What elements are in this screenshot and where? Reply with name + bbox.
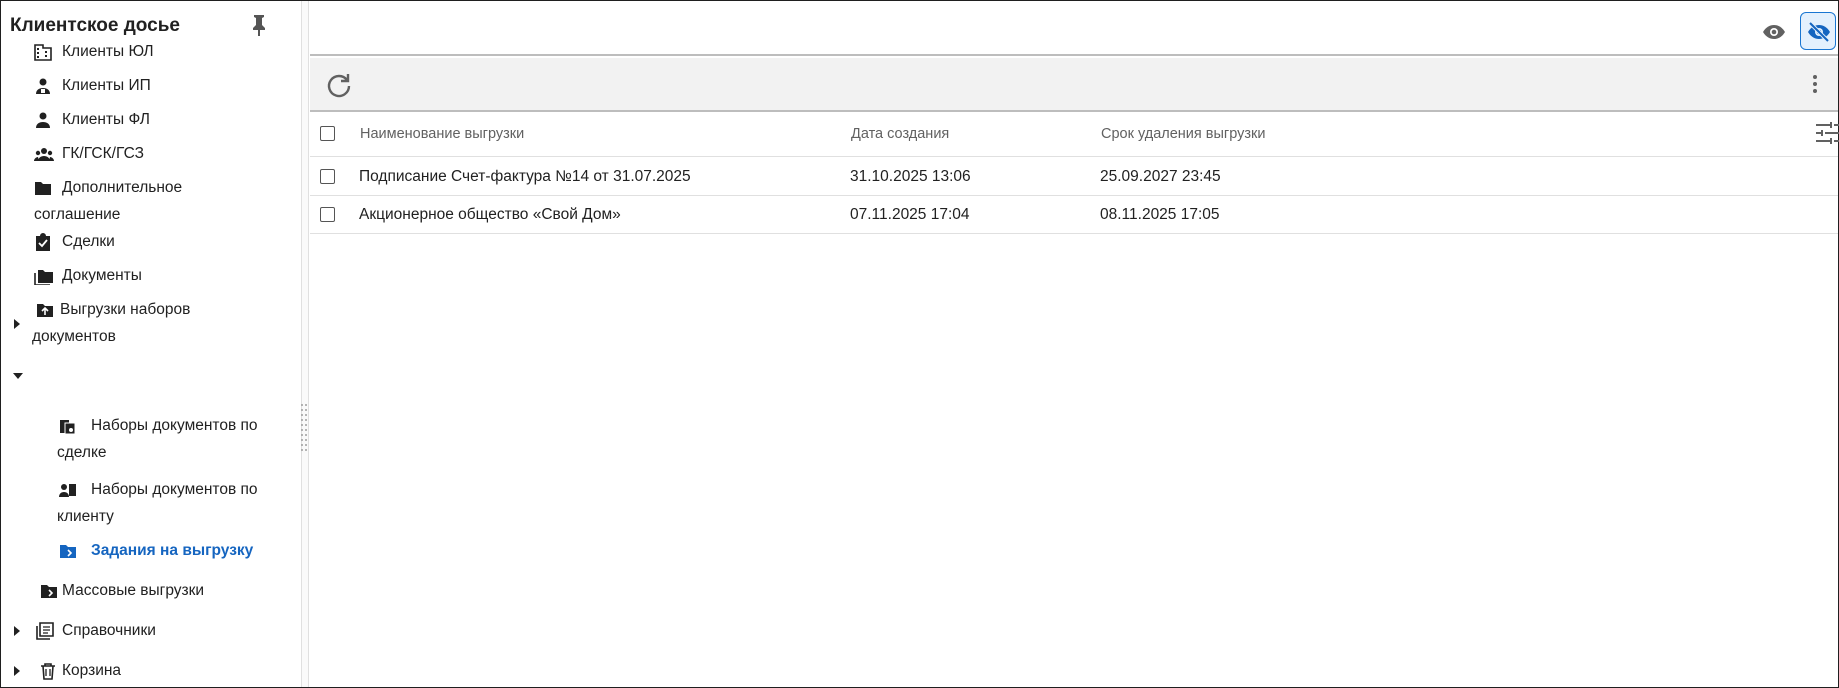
- folder-icon: [35, 182, 51, 195]
- sidebar-item-export-tasks[interactable]: Задания на выгрузку: [57, 537, 267, 565]
- row-checkbox[interactable]: [320, 207, 335, 222]
- sidebar-item-doc-sets-deal[interactable]: Наборы документов по сделке: [57, 412, 267, 466]
- sidebar-item-label: Справочники: [62, 622, 156, 639]
- table-row[interactable]: Подписание Счет-фактура №14 от 31.07.202…: [310, 158, 1838, 196]
- cell-name: Подписание Счет-фактура №14 от 31.07.202…: [359, 168, 691, 185]
- sidebar-item-clients-fl[interactable]: Клиенты ФЛ: [34, 106, 254, 134]
- sidebar-item-label: Корзина: [62, 662, 122, 679]
- sidebar-item-documents[interactable]: Документы: [34, 262, 254, 290]
- table-header: Наименование выгрузки Дата создания Срок…: [310, 113, 1838, 157]
- sidebar-item-label: Задания на выгрузку: [91, 542, 254, 559]
- sidebar-item-label-line2: документов: [32, 328, 116, 345]
- docs-deal-icon: [60, 420, 76, 435]
- folder-task-icon: [60, 545, 76, 558]
- sidebar-item-trash[interactable]: Корзина: [34, 657, 254, 685]
- sidebar-item-label-line1: Дополнительное: [62, 179, 183, 196]
- chevron-right-icon[interactable]: [11, 625, 23, 637]
- sidebar-item-clients-ul[interactable]: Клиенты ЮЛ: [34, 38, 254, 66]
- sidebar-item-label: Клиенты ЮЛ: [62, 43, 154, 60]
- sidebar-item-label: Клиенты ИП: [62, 77, 151, 94]
- column-header-name[interactable]: Наименование выгрузки: [360, 126, 524, 142]
- folder-mass-icon: [41, 585, 57, 598]
- resize-grip-icon[interactable]: [300, 402, 309, 454]
- cell-deletion: 08.11.2025 17:05: [1100, 206, 1220, 223]
- cell-name: Акционерное общество «Свой Дом»: [359, 206, 621, 223]
- sidebar-item-label-line1: Наборы документов по: [91, 417, 258, 434]
- more-vert-icon[interactable]: [1808, 72, 1822, 96]
- grid-toolbar: [310, 58, 1838, 112]
- row-checkbox[interactable]: [320, 169, 335, 184]
- sidebar-item-additional-agreement[interactable]: Дополнительное соглашение: [34, 174, 254, 228]
- column-settings-icon[interactable]: [1814, 120, 1839, 146]
- sidebar-item-label-line2: сделке: [57, 444, 107, 461]
- folders-icon: [34, 270, 53, 285]
- sidebar-item-label-line2: клиенту: [57, 508, 114, 525]
- docs-client-icon: [59, 484, 76, 497]
- group-icon: [34, 148, 54, 161]
- cell-created: 07.11.2025 17:04: [850, 206, 970, 223]
- cell-deletion: 25.09.2027 23:45: [1100, 168, 1221, 185]
- eye-off-icon: [1808, 21, 1830, 43]
- sidebar-item-export-sets[interactable]: Выгрузки наборов документов: [32, 296, 254, 350]
- person-icon: [36, 112, 50, 128]
- person-badge-icon: [36, 78, 50, 94]
- chevron-right-icon[interactable]: [11, 665, 23, 677]
- folder-upload-icon: [37, 304, 53, 317]
- sidebar-item-label: Клиенты ФЛ: [62, 111, 150, 128]
- sidebar-item-label: ГК/ГСК/ГСЗ: [62, 145, 145, 162]
- pin-icon[interactable]: [250, 13, 268, 37]
- refresh-icon[interactable]: [325, 71, 353, 99]
- sidebar-splitter[interactable]: [301, 1, 309, 687]
- sidebar-item-deals[interactable]: Сделки: [34, 228, 254, 256]
- cell-created: 31.10.2025 13:06: [850, 168, 971, 185]
- trash-icon: [41, 663, 55, 680]
- table-row[interactable]: Акционерное общество «Свой Дом» 07.11.20…: [310, 196, 1838, 234]
- building-icon: [34, 44, 52, 61]
- sidebar-title: Клиентское досье: [10, 15, 180, 36]
- sidebar-item-label: Сделки: [62, 233, 115, 250]
- eye-icon[interactable]: [1762, 20, 1786, 44]
- sidebar-item-label: Документы: [62, 267, 142, 284]
- sidebar-item-label-line2: соглашение: [34, 206, 121, 223]
- sidebar-item-reference[interactable]: Справочники: [34, 617, 254, 645]
- list-book-icon: [36, 622, 54, 640]
- sidebar-item-clients-ip[interactable]: Клиенты ИП: [34, 72, 254, 100]
- sidebar-item-label: Массовые выгрузки: [62, 582, 205, 599]
- column-header-created[interactable]: Дата создания: [851, 126, 949, 142]
- sidebar-item-gk[interactable]: ГК/ГСК/ГСЗ: [34, 140, 254, 168]
- sidebar-item-label-line1: Наборы документов по: [91, 481, 258, 498]
- sidebar-item-mass-exports[interactable]: Массовые выгрузки: [34, 577, 254, 605]
- sidebar-item-label-line1: Выгрузки наборов: [60, 301, 191, 318]
- chevron-down-icon[interactable]: [12, 370, 24, 382]
- top-bar: [310, 1, 1838, 56]
- clipboard-check-icon: [36, 233, 50, 251]
- hide-toggle-button[interactable]: [1800, 12, 1836, 50]
- select-all-checkbox[interactable]: [320, 126, 335, 141]
- column-header-deletion[interactable]: Срок удаления выгрузки: [1101, 126, 1265, 142]
- chevron-right-icon[interactable]: [11, 318, 23, 330]
- sidebar-item-doc-sets-client[interactable]: Наборы документов по клиенту: [57, 476, 267, 530]
